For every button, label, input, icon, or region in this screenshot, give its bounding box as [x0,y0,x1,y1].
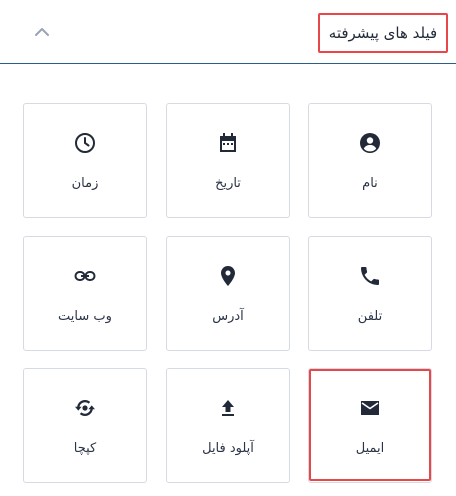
field-tile-name[interactable]: نام [308,103,432,218]
field-tile-label: تاریخ [215,176,241,191]
section-title[interactable]: فیلد های پیشرفته [318,13,448,53]
field-tile-label: وب سایت [58,309,112,324]
upload-icon [216,396,240,420]
field-tile-email[interactable]: ایمیل [308,368,432,483]
field-tile-phone[interactable]: تلفن [308,236,432,351]
field-tile-address[interactable]: آدرس [166,236,290,351]
map-pin-icon [216,264,240,288]
collapse-button[interactable] [30,20,54,42]
field-tile-label: زمان [71,176,99,191]
phone-icon [358,264,382,288]
field-tile-date[interactable]: تاریخ [166,103,290,218]
field-tile-label: نام [362,176,378,191]
field-tile-label: ایمیل [355,441,385,456]
field-tile-label: آدرس [212,309,244,324]
field-tile-label: آپلود فایل [202,441,254,456]
section-header: فیلد های پیشرفته [0,0,456,64]
field-tile-label: کپچا [73,441,97,456]
field-tile-file-upload[interactable]: آپلود فایل [166,368,290,483]
field-tile-captcha[interactable]: کپچا [23,368,147,483]
captcha-refresh-icon [73,396,97,420]
envelope-icon [358,396,382,420]
clock-icon [73,131,97,155]
field-tile-label: تلفن [357,309,383,324]
chevron-up-icon [35,28,49,36]
field-tile-time[interactable]: زمان [23,103,147,218]
field-tile-website[interactable]: وب سایت [23,236,147,351]
account-circle-icon [358,131,382,155]
link-icon [73,264,97,288]
calendar-icon [216,131,240,155]
